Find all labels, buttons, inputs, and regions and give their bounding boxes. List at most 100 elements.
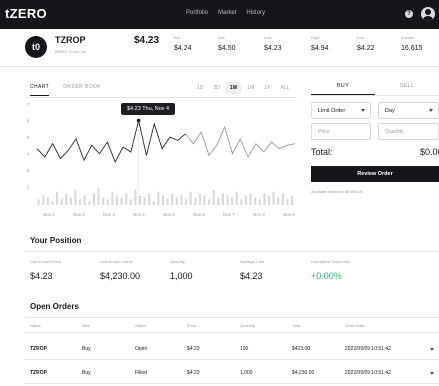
row-divider (25, 383, 439, 384)
nav-portfolio[interactable]: Portfolio (186, 10, 208, 16)
duration-select[interactable]: Day (378, 102, 439, 119)
nav-right: ? (405, 7, 435, 21)
chevron-down-icon (429, 109, 433, 112)
tab-sell[interactable]: SELL (375, 78, 439, 95)
th-price: Price (187, 323, 197, 328)
cell-quantity: 1,000 (240, 370, 253, 376)
volume-bar (203, 195, 206, 205)
th-name: Name (30, 323, 41, 328)
nav-links: Portfolio Market History (186, 10, 265, 16)
total-label: Total: (311, 147, 333, 157)
pos-quantity: Quantity 1,000 (170, 259, 193, 281)
volume-bar (226, 195, 229, 205)
volume-bar (60, 199, 63, 205)
price-line (36, 120, 186, 163)
cell-total: $423.00 (292, 346, 311, 352)
pos-average-cost: Average Cost $4.23 (240, 259, 265, 281)
volume-bar (111, 191, 114, 205)
y-tick-label: 5 (27, 135, 30, 140)
tab-chart[interactable]: CHART (30, 84, 50, 96)
price-chart[interactable]: 7 6 5 4 3 2 Nov 1 Nov 2 Nov 3 Nov 4 Nov 5 Nov 6 Nov … (25, 100, 300, 225)
th-quantity: Quantity (240, 323, 255, 328)
price-line-future (185, 125, 296, 158)
ticker-price: $4.23 (134, 35, 160, 46)
cell-quantity: 100 (240, 346, 249, 352)
company-name: tZERO Group Inc. (55, 49, 88, 54)
x-tick-label: Nov 9 (283, 212, 295, 217)
volume-bar (161, 195, 165, 205)
stat-volume: Volume 16,615 (401, 35, 423, 52)
volume-bar (37, 199, 40, 205)
volume-bar (281, 193, 284, 205)
volume-bar (263, 193, 266, 205)
tzero-logo[interactable]: tZERO (5, 6, 47, 21)
volume-bar (290, 195, 294, 205)
orders-title: Open Orders (30, 302, 79, 311)
tab-order-book[interactable]: ORDER BOOK (63, 84, 101, 96)
position-title: Your Position (30, 236, 82, 245)
volume-bar (217, 197, 220, 205)
range-3d[interactable]: 3D (209, 82, 223, 94)
review-order-button[interactable]: Review Order (311, 166, 439, 182)
range-1y[interactable]: 1Y (260, 82, 274, 94)
y-tick-label: 2 (27, 185, 30, 190)
range-1d[interactable]: 1D (193, 82, 207, 94)
volume-bar (286, 199, 289, 205)
volume-bar (272, 191, 275, 205)
volume-bar (231, 197, 234, 205)
help-icon[interactable]: ? (405, 10, 413, 18)
row-divider (25, 359, 439, 360)
ticker-header: t0 TZROP tZERO Group Inc. $4.23 Bid $4.24… (0, 29, 439, 67)
volume-bar (208, 199, 211, 205)
cell-price: $4.23 (187, 346, 200, 352)
y-tick-label: 6 (27, 119, 30, 124)
nav-history[interactable]: History (246, 10, 265, 16)
volume-bar (125, 193, 128, 205)
range-1m[interactable]: 1M (243, 82, 258, 94)
volume-bar (83, 195, 86, 205)
position-divider (25, 251, 439, 252)
chevron-down-icon[interactable] (430, 372, 434, 375)
volume-bar (185, 199, 188, 205)
volume-bar (56, 191, 59, 205)
nav-market[interactable]: Market (218, 10, 236, 16)
user-avatar-icon[interactable] (421, 7, 435, 21)
tab-buy[interactable]: BUY (311, 78, 375, 95)
cell-order-date: 2022/09/09 10:51:42 (345, 370, 391, 376)
pos-last-value: Last Known Value* $4,230.00 (100, 259, 141, 281)
quantity-input[interactable]: Quantity (378, 123, 439, 140)
pos-last-price: Last Known Price $4.23 (30, 259, 62, 281)
volume-bar (254, 197, 257, 205)
crosshair-point (136, 118, 141, 123)
range-1w[interactable]: 1W (225, 82, 242, 94)
volume-bar (244, 195, 247, 205)
order-type-value: Limit Order (318, 108, 346, 114)
range-all[interactable]: ALL (276, 82, 293, 94)
volume-bar (258, 199, 261, 205)
volume-bar (134, 189, 137, 205)
orders-header-divider (25, 332, 439, 333)
order-type-select[interactable]: Limit Order (311, 102, 371, 119)
volume-bar (102, 197, 105, 205)
chart-tooltip: $4.23 Thu, Nov 4 (121, 103, 176, 115)
y-tick-label: 7 (27, 102, 30, 107)
volume-bar (240, 199, 243, 205)
price-input[interactable]: Price (311, 123, 371, 140)
duration-value: Day (385, 108, 395, 114)
volume-bar (74, 189, 77, 205)
total-value: $0.00 (420, 147, 439, 157)
y-tick-label: 4 (27, 152, 30, 157)
x-tick-label: Nov 6 (193, 212, 205, 217)
th-status: Status (135, 323, 147, 328)
volume-bar (212, 189, 215, 205)
ticker-symbol: TZROP (55, 35, 86, 45)
volume-bar (97, 187, 100, 205)
volume-bar (194, 197, 197, 205)
volume-bar (51, 201, 54, 205)
volume-bar (157, 191, 160, 205)
y-tick-label: 3 (27, 168, 30, 173)
order-side-tabs: BUY SELL (311, 78, 439, 96)
volume-bar (88, 201, 91, 205)
chevron-down-icon[interactable] (430, 348, 434, 351)
x-tick-label: Nov 5 (163, 212, 175, 217)
